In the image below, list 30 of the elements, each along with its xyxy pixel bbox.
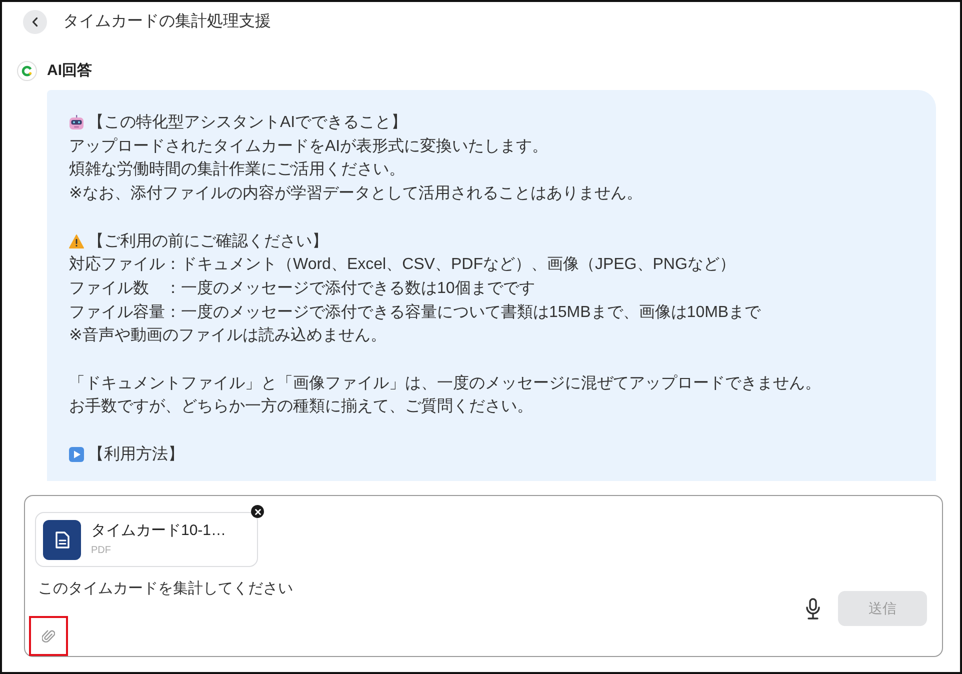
- file-type: PDF: [91, 544, 112, 558]
- message-text: ファイル数 ：一度のメッセージで添付できる数は10個までです: [69, 278, 535, 299]
- page-title: タイムカードの集計処理支援: [63, 12, 271, 32]
- close-icon: [254, 508, 260, 514]
- section-heading: 【利用方法】: [88, 444, 184, 465]
- message-text: 煩雑な労働時間の集計作業にご活用ください。: [69, 160, 405, 180]
- remove-attachment-button[interactable]: [251, 505, 264, 518]
- message-text: ※なお、添付ファイルの内容が学習データとして活用されることはありません。: [69, 184, 642, 204]
- file-name: タイムカード10-1…: [91, 521, 226, 541]
- message-text: ※音声や動画のファイルは読み込めません。: [69, 326, 386, 346]
- document-icon: [43, 520, 81, 560]
- section-heading: 【ご利用の前にご確認ください】: [88, 232, 328, 252]
- message-text: アップロードされたタイムカードをAIが表形式に変換いたします。: [69, 136, 548, 157]
- microphone-button[interactable]: [805, 598, 821, 620]
- paperclip-icon: [42, 628, 55, 644]
- warning-icon: [69, 234, 84, 249]
- attach-button[interactable]: [29, 616, 68, 656]
- logo-icon: [17, 61, 37, 81]
- message-input[interactable]: このタイムカードを集計してください: [38, 576, 638, 602]
- chevron-left-icon: [31, 17, 39, 27]
- message-text: 「ドキュメントファイル」と「画像ファイル」は、一度のメッセージに混ぜてアップロードできません。: [69, 374, 821, 394]
- robot-icon: [69, 115, 84, 130]
- message-text: ファイル容量：一度のメッセージで添付できる容量について書類は15MBまで、画像は10MBまで: [69, 302, 761, 323]
- section-heading: 【この特化型アシスタントAIでできること】: [88, 112, 408, 133]
- back-button[interactable]: [23, 10, 47, 34]
- sender-label: AI回答: [47, 61, 92, 81]
- message-text: お手数ですが、どちらか一方の種類に揃えて、ご質問ください。: [69, 396, 533, 418]
- play-icon: [69, 447, 84, 462]
- message-text: 対応ファイル：ドキュメント（Word、Excel、CSV、PDFなど）、画像（JPEG、PNGなど）: [69, 254, 736, 276]
- microphone-icon: [805, 598, 821, 620]
